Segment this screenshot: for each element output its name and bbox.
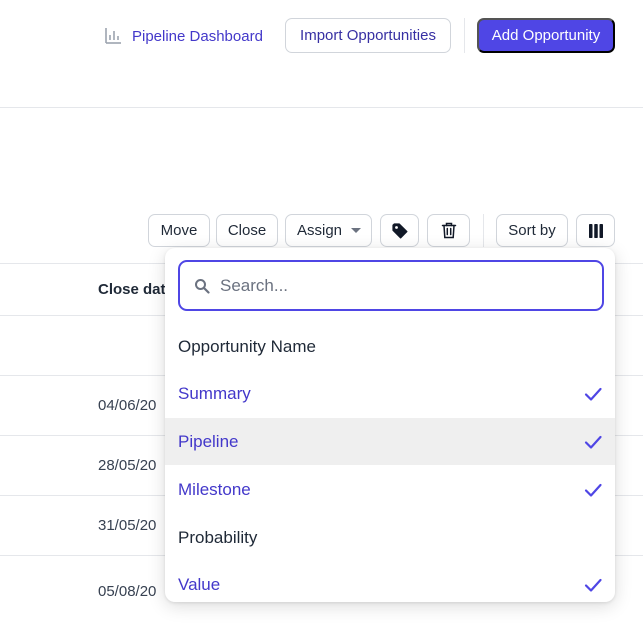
sort-by-button[interactable]: Sort by	[496, 214, 568, 247]
pipeline-dashboard-label: Pipeline Dashboard	[132, 27, 263, 45]
delete-button[interactable]	[427, 214, 470, 247]
column-option-milestone[interactable]: Milestone	[165, 466, 615, 513]
column-option-label: Value	[178, 574, 221, 594]
assign-label: Assign	[297, 222, 343, 239]
column-option-summary[interactable]: Summary	[165, 370, 615, 417]
table-cell-close-date: 28/05/20	[98, 457, 157, 474]
tag-button[interactable]	[380, 214, 419, 247]
check-icon	[584, 435, 602, 449]
bar-chart-icon	[105, 28, 121, 44]
check-icon	[584, 483, 602, 497]
check-icon	[584, 578, 602, 592]
header-separator	[0, 107, 643, 108]
search-icon	[195, 278, 210, 294]
assign-dropdown-button[interactable]: Assign	[285, 214, 372, 247]
trash-icon	[441, 222, 456, 239]
check-icon	[584, 387, 602, 401]
column-option-label: Opportunity Name	[178, 336, 316, 356]
add-opportunity-button[interactable]: Add Opportunity	[477, 18, 615, 53]
import-opportunities-button[interactable]: Import Opportunities	[285, 18, 451, 53]
close-button[interactable]: Close	[216, 214, 278, 247]
tag-icon	[391, 222, 407, 238]
column-option-label: Pipeline	[178, 431, 239, 451]
table-cell-close-date: 04/06/20	[98, 397, 157, 414]
column-option-label: Probability	[178, 527, 258, 547]
column-option-value[interactable]: Value	[165, 561, 615, 602]
table-cell-close-date: 05/08/20	[98, 583, 157, 600]
column-search-box[interactable]	[178, 260, 604, 311]
column-option-probability[interactable]: Probability	[165, 514, 615, 561]
column-visibility-menu: Opportunity Name Summary Pipeline Milest…	[165, 248, 615, 602]
pipeline-dashboard-link[interactable]: Pipeline Dashboard	[104, 24, 263, 48]
table-cell-close-date: 31/05/20	[98, 517, 157, 534]
close-date-column-header[interactable]: Close dat	[98, 281, 166, 298]
column-option-label: Summary	[178, 383, 251, 403]
column-option-opportunity-name[interactable]: Opportunity Name	[165, 323, 615, 370]
columns-icon	[588, 223, 603, 238]
toolbar-divider	[483, 214, 484, 247]
column-option-pipeline[interactable]: Pipeline	[165, 418, 615, 465]
move-button[interactable]: Move	[148, 214, 210, 247]
column-option-label: Milestone	[178, 479, 251, 499]
column-search-input[interactable]	[220, 275, 580, 296]
header-divider	[464, 18, 465, 53]
columns-button[interactable]	[576, 214, 615, 247]
caret-down-icon	[351, 228, 362, 233]
